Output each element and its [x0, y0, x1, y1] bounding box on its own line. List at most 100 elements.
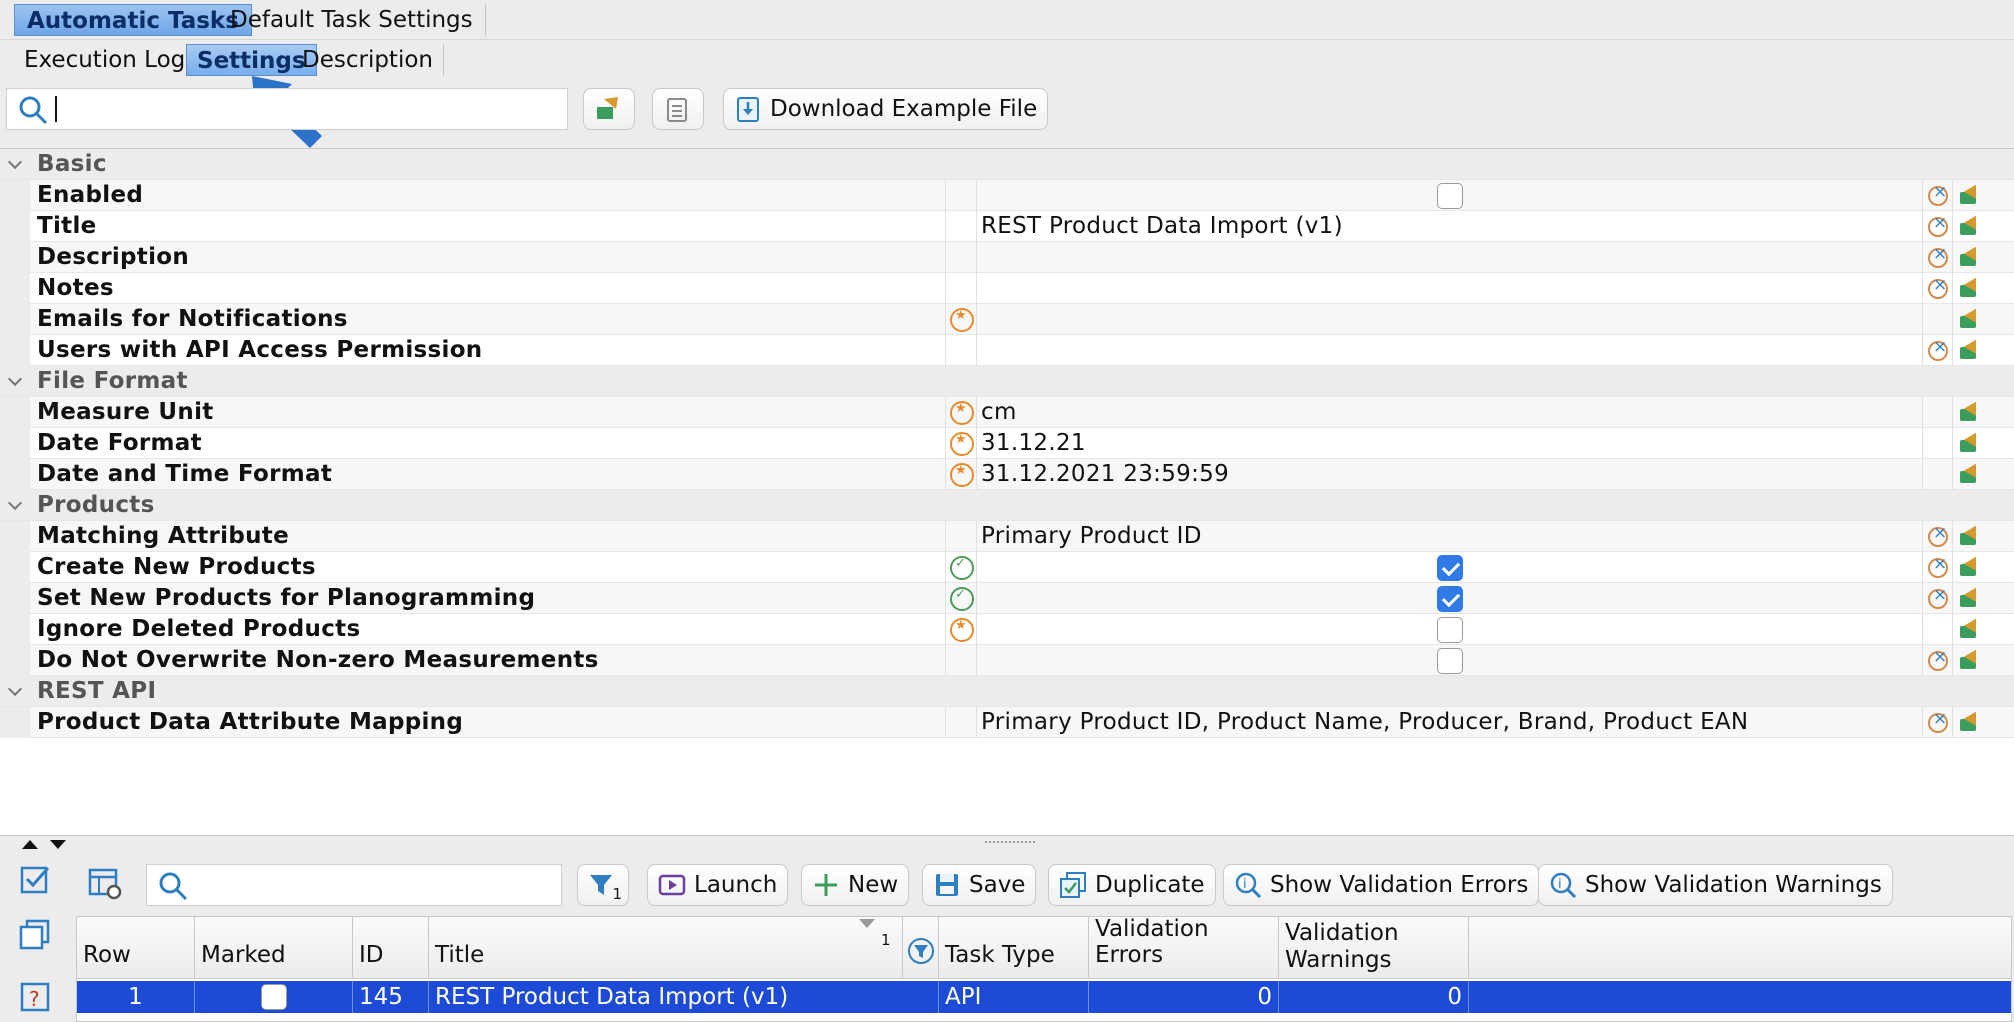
- reset-cell: [1922, 211, 1952, 242]
- inherit-column: [945, 335, 977, 366]
- prop-row-datetime-format[interactable]: Date and Time Format 31.12.2021 23:59:59: [0, 459, 2014, 490]
- prop-row-date-format[interactable]: Date Format 31.12.21: [0, 428, 2014, 459]
- panel-splitter[interactable]: [0, 836, 2014, 852]
- edit-value-icon[interactable]: [1958, 587, 1980, 609]
- reset-value-icon[interactable]: [1928, 585, 1948, 609]
- prop-row-attribute-mapping[interactable]: Product Data Attribute Mapping Primary P…: [0, 707, 2014, 738]
- create-new-products-checkbox[interactable]: [1437, 555, 1463, 581]
- edit-value-icon[interactable]: [1958, 556, 1980, 578]
- collapse-down-icon[interactable]: [50, 840, 66, 849]
- measure-unit-value[interactable]: cm: [981, 399, 1017, 425]
- download-example-file-button[interactable]: Download Example File: [723, 88, 1049, 130]
- column-filter-header[interactable]: [903, 917, 939, 979]
- reset-value-icon[interactable]: [1928, 244, 1948, 268]
- reset-cell: [1922, 428, 1952, 459]
- prop-row-emails[interactable]: Emails for Notifications: [0, 304, 2014, 335]
- column-header-title[interactable]: Title 1: [429, 917, 903, 979]
- show-validation-errors-button[interactable]: i Show Validation Errors: [1223, 864, 1540, 906]
- matching-attribute-value[interactable]: Primary Product ID: [981, 523, 1202, 549]
- edit-value-icon[interactable]: [1958, 246, 1980, 268]
- settings-search-input[interactable]: [6, 88, 568, 130]
- ignore-deleted-checkbox[interactable]: [1437, 617, 1463, 643]
- select-all-icon[interactable]: [18, 862, 52, 896]
- filter-button[interactable]: 1: [577, 864, 629, 906]
- reset-value-icon[interactable]: [1928, 523, 1948, 547]
- datetime-format-value[interactable]: 31.12.2021 23:59:59: [981, 461, 1229, 487]
- reset-cell: [1922, 552, 1952, 583]
- prop-row-create-new-products[interactable]: Create New Products: [0, 552, 2014, 583]
- prop-row-enabled[interactable]: Enabled: [0, 180, 2014, 211]
- help-icon[interactable]: ?: [18, 980, 52, 1014]
- marked-checkbox[interactable]: [261, 984, 287, 1010]
- edit-properties-button[interactable]: [583, 88, 635, 130]
- prop-row-ignore-deleted[interactable]: Ignore Deleted Products: [0, 614, 2014, 645]
- edit-value-icon[interactable]: [1958, 711, 1980, 733]
- prop-row-matching-attribute[interactable]: Matching Attribute Primary Product ID: [0, 521, 2014, 552]
- column-header-task-type[interactable]: Task Type: [939, 917, 1089, 979]
- copy-rows-icon[interactable]: [18, 918, 52, 952]
- date-format-value[interactable]: 31.12.21: [981, 430, 1086, 456]
- cell-validation-errors: 0: [1089, 981, 1279, 1013]
- copy-values-button[interactable]: [652, 88, 704, 130]
- tab-execution-log[interactable]: Execution Log: [14, 44, 197, 76]
- prop-row-users-api[interactable]: Users with API Access Permission: [0, 335, 2014, 366]
- group-products[interactable]: Products: [0, 490, 2014, 521]
- inherit-column: [945, 180, 977, 211]
- edit-value-icon[interactable]: [1958, 277, 1980, 299]
- row-gutter: [0, 397, 30, 428]
- edit-value-icon[interactable]: [1958, 184, 1980, 206]
- edit-value-icon[interactable]: [1958, 215, 1980, 237]
- tab-description[interactable]: Description: [292, 44, 444, 76]
- edit-value-icon[interactable]: [1958, 649, 1980, 671]
- reset-value-icon[interactable]: [1928, 213, 1948, 237]
- tab-default-task-settings[interactable]: Default Task Settings: [218, 4, 486, 36]
- new-button[interactable]: New: [801, 864, 910, 906]
- column-header-row[interactable]: Row: [77, 917, 195, 979]
- group-rest-api[interactable]: REST API: [0, 676, 2014, 707]
- prop-row-notes[interactable]: Notes: [0, 273, 2014, 304]
- expand-up-icon[interactable]: [22, 840, 38, 849]
- prop-row-description[interactable]: Description: [0, 242, 2014, 273]
- group-basic[interactable]: Basic: [0, 149, 2014, 180]
- task-search-input[interactable]: [146, 864, 562, 906]
- reset-value-icon[interactable]: [1928, 554, 1948, 578]
- reset-value-icon[interactable]: [1928, 337, 1948, 361]
- edit-value-icon[interactable]: [1958, 432, 1980, 454]
- duplicate-button[interactable]: Duplicate: [1048, 864, 1216, 906]
- edit-cell: [1952, 521, 1982, 552]
- svg-text:i: i: [1243, 877, 1247, 892]
- column-header-validation-warnings[interactable]: Validation Warnings: [1279, 917, 1469, 979]
- prop-row-measure-unit[interactable]: Measure Unit cm: [0, 397, 2014, 428]
- reset-value-icon[interactable]: [1928, 182, 1948, 206]
- reset-value-icon[interactable]: [1928, 275, 1948, 299]
- reset-cell: [1922, 335, 1952, 366]
- show-validation-warnings-button[interactable]: i Show Validation Warnings: [1538, 864, 1893, 906]
- column-header-validation-errors[interactable]: Validation Errors: [1089, 916, 1279, 979]
- drag-handle[interactable]: [985, 841, 1035, 845]
- column-header-marked[interactable]: Marked: [195, 917, 353, 979]
- reset-value-icon[interactable]: [1928, 709, 1948, 733]
- prop-row-no-overwrite[interactable]: Do Not Overwrite Non-zero Measurements: [0, 645, 2014, 676]
- tab-automatic-tasks[interactable]: Automatic Tasks: [14, 4, 252, 36]
- launch-button[interactable]: Launch: [647, 864, 789, 906]
- attribute-mapping-value[interactable]: Primary Product ID, Product Name, Produc…: [981, 709, 1748, 735]
- edit-value-icon[interactable]: [1958, 525, 1980, 547]
- set-planogramming-checkbox[interactable]: [1437, 586, 1463, 612]
- prop-row-title[interactable]: Title REST Product Data Import (v1): [0, 211, 2014, 242]
- group-file-format[interactable]: File Format: [0, 366, 2014, 397]
- edit-value-icon[interactable]: [1958, 618, 1980, 640]
- prop-row-set-planogramming[interactable]: Set New Products for Planogramming: [0, 583, 2014, 614]
- row-gutter: [0, 521, 30, 552]
- table-row[interactable]: 1 145 REST Product Data Import (v1) API …: [77, 981, 2011, 1013]
- save-button[interactable]: Save: [922, 864, 1037, 906]
- edit-value-icon[interactable]: [1958, 308, 1980, 330]
- column-header-id[interactable]: ID: [353, 917, 429, 979]
- enabled-checkbox[interactable]: [1437, 183, 1463, 209]
- edit-value-icon[interactable]: [1958, 339, 1980, 361]
- edit-value-icon[interactable]: [1958, 401, 1980, 423]
- title-value[interactable]: REST Product Data Import (v1): [981, 213, 1343, 239]
- no-overwrite-checkbox[interactable]: [1437, 648, 1463, 674]
- edit-value-icon[interactable]: [1958, 463, 1980, 485]
- table-settings-icon[interactable]: [88, 866, 122, 900]
- reset-value-icon[interactable]: [1928, 647, 1948, 671]
